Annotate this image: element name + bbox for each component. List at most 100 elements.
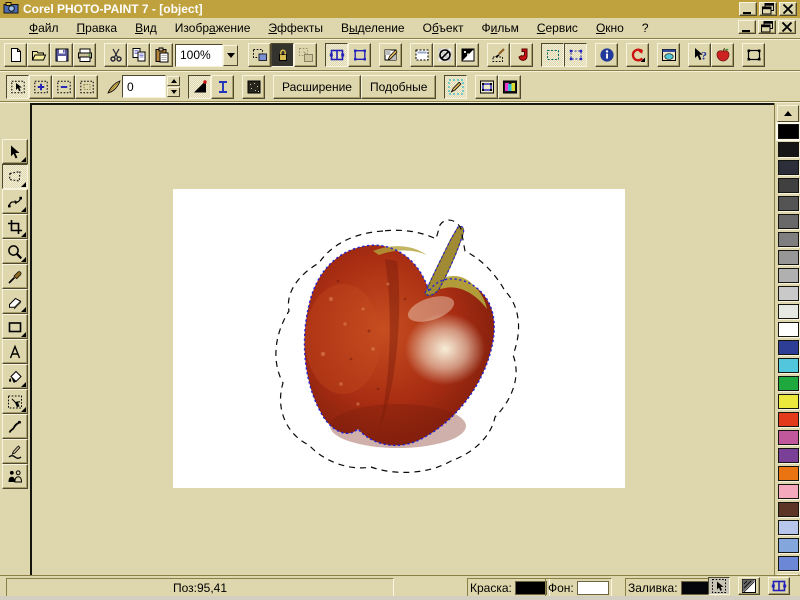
eyedropper-button[interactable] — [2, 264, 28, 289]
menu-6[interactable]: Выделение — [332, 19, 414, 37]
menu-3[interactable]: Вид — [126, 19, 166, 37]
interactive-fill-button[interactable] — [2, 389, 28, 414]
menu-8[interactable]: Фильм — [472, 19, 527, 37]
palette-swatch-20[interactable] — [778, 466, 799, 481]
clone-tool-button[interactable] — [2, 464, 28, 489]
menu-7[interactable]: Объект — [414, 19, 473, 37]
palette-swatch-4[interactable] — [778, 178, 799, 193]
edit-checkbox-button[interactable] — [379, 43, 402, 67]
lock-button[interactable] — [271, 43, 294, 67]
zoom-tool-button[interactable] — [2, 239, 28, 264]
palette-swatch-13[interactable] — [778, 340, 799, 355]
status-objects-button[interactable] — [768, 577, 790, 595]
feather-width-value[interactable]: 0 — [122, 75, 166, 98]
mode-xor-button[interactable] — [75, 75, 98, 99]
palette-scroll-up-button[interactable] — [777, 105, 799, 122]
object-outline-button[interactable] — [348, 43, 371, 67]
path-node-button[interactable] — [2, 189, 28, 214]
new-button[interactable] — [4, 43, 27, 67]
menu-4[interactable]: Изображение — [166, 19, 260, 37]
marquee-rect-button[interactable] — [410, 43, 433, 67]
similar-button[interactable]: Подобные — [361, 75, 437, 99]
move-object-button[interactable] — [294, 43, 317, 67]
refresh-button[interactable] — [626, 43, 649, 67]
invert-mask-button[interactable] — [456, 43, 479, 67]
mode-add-button[interactable] — [29, 75, 52, 99]
grow-button[interactable]: Расширение — [273, 75, 361, 99]
fill-tool-button[interactable] — [2, 364, 28, 389]
eraser-button[interactable] — [2, 289, 28, 314]
marquee-normal-button[interactable] — [541, 43, 564, 67]
effect-tool-button[interactable] — [2, 439, 28, 464]
palette-swatch-9[interactable] — [778, 268, 799, 283]
doc-restore-button[interactable] — [758, 20, 776, 34]
image-canvas[interactable] — [173, 189, 625, 488]
palette-swatch-3[interactable] — [778, 160, 799, 175]
status-mask-button[interactable] — [738, 577, 760, 595]
palette-swatch-24[interactable] — [778, 538, 799, 553]
rollup-button[interactable] — [657, 43, 680, 67]
palette-swatch-16[interactable] — [778, 394, 799, 409]
paint-mask-button[interactable] — [444, 75, 467, 99]
mask-rect-tool-button[interactable] — [2, 164, 28, 189]
palette-swatch-10[interactable] — [778, 286, 799, 301]
palette-swatch-19[interactable] — [778, 448, 799, 463]
brush-mask-button[interactable] — [487, 43, 510, 67]
menu-1[interactable]: Файл — [20, 19, 68, 37]
palette-swatch-14[interactable] — [778, 358, 799, 373]
palette-swatch-23[interactable] — [778, 520, 799, 535]
paste-button[interactable] — [150, 43, 173, 67]
palette-swatch-5[interactable] — [778, 196, 799, 211]
menu-9[interactable]: Сервис — [528, 19, 587, 37]
spin-up-icon[interactable] — [167, 76, 180, 86]
rect-shape-button[interactable] — [2, 314, 28, 339]
mask-stroke-button[interactable] — [510, 43, 533, 67]
palette-swatch-11[interactable] — [778, 304, 799, 319]
paint-tool-button[interactable] — [2, 414, 28, 439]
marquee-handles-button[interactable] — [564, 43, 587, 67]
mode-sub-button[interactable] — [52, 75, 75, 99]
marquee-visible-button[interactable] — [475, 75, 498, 99]
menu-10[interactable]: Окно — [587, 19, 633, 37]
paper-color-swatch[interactable] — [577, 581, 609, 595]
doc-minimize-button[interactable] — [738, 20, 756, 34]
channels-button[interactable] — [498, 75, 521, 99]
palette-swatch-6[interactable] — [778, 214, 799, 229]
app-close-button[interactable] — [779, 2, 797, 16]
palette-swatch-17[interactable] — [778, 412, 799, 427]
zoom-level-combo[interactable]: 100% — [175, 45, 238, 66]
palette-swatch-1[interactable] — [778, 124, 799, 139]
mode-normal-button[interactable] — [6, 75, 29, 99]
cut-button[interactable] — [104, 43, 127, 67]
object-picker-button[interactable] — [2, 139, 28, 164]
save-button[interactable] — [50, 43, 73, 67]
menu-2[interactable]: Правка — [68, 19, 127, 37]
palette-swatch-18[interactable] — [778, 430, 799, 445]
paint-color-swatch[interactable] — [515, 581, 547, 595]
object-boxes-button[interactable] — [325, 43, 348, 67]
status-picker-button[interactable] — [708, 577, 730, 595]
copy-button[interactable] — [127, 43, 150, 67]
text-tool-button[interactable] — [2, 339, 28, 364]
palette-swatch-25[interactable] — [778, 556, 799, 571]
no-entry-button[interactable] — [433, 43, 456, 67]
doc-close-button[interactable] — [778, 20, 796, 34]
texture-button[interactable] — [242, 75, 265, 99]
mask-object-button[interactable] — [248, 43, 271, 67]
crop-button[interactable] — [2, 214, 28, 239]
palette-swatch-15[interactable] — [778, 376, 799, 391]
app-minimize-button[interactable] — [739, 2, 757, 16]
print-button[interactable] — [73, 43, 96, 67]
palette-swatch-22[interactable] — [778, 502, 799, 517]
palette-swatch-21[interactable] — [778, 484, 799, 499]
open-button[interactable] — [27, 43, 50, 67]
maximize-workspace-button[interactable] — [742, 43, 765, 67]
app-restore-button[interactable] — [759, 2, 777, 16]
menu-11[interactable]: ? — [633, 19, 658, 37]
threshold-button[interactable] — [188, 75, 211, 99]
palette-swatch-8[interactable] — [778, 250, 799, 265]
zoom-level-value[interactable]: 100% — [175, 44, 223, 67]
context-help-button[interactable]: ? — [688, 43, 711, 67]
palette-swatch-7[interactable] — [778, 232, 799, 247]
menu-5[interactable]: Эффекты — [259, 19, 332, 37]
